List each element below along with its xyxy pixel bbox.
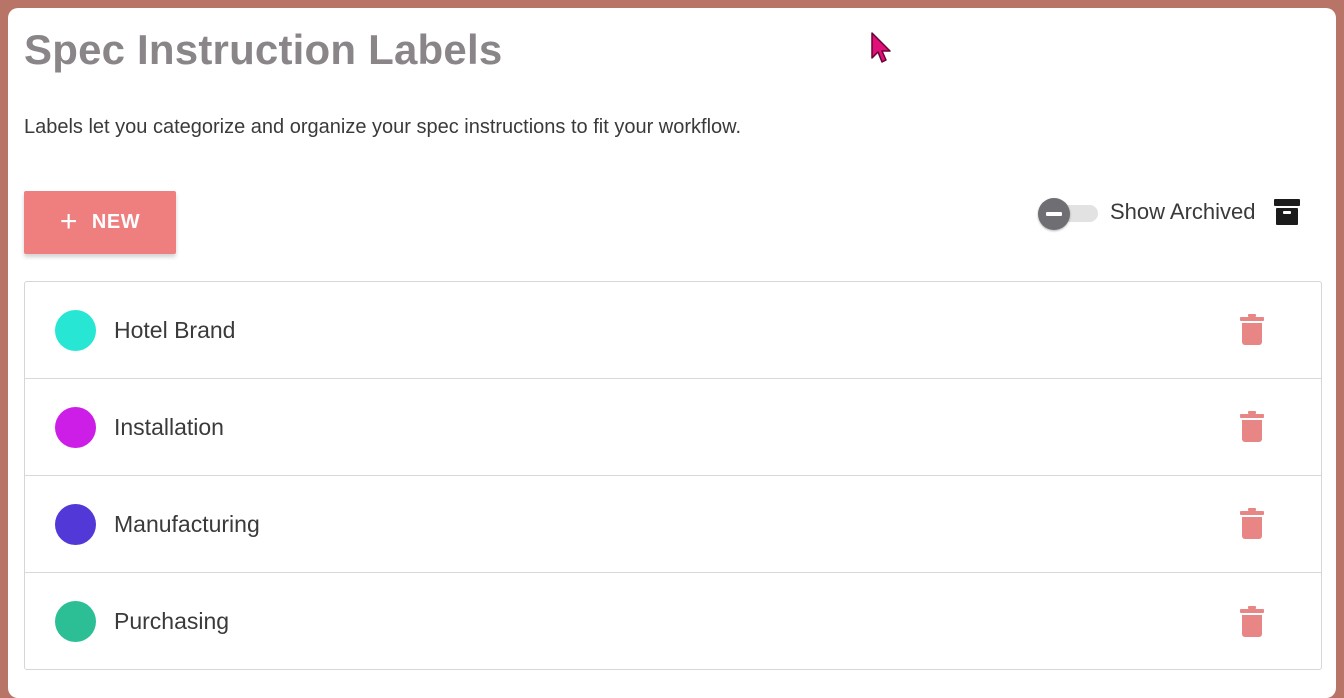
label-name: Purchasing [114, 608, 230, 634]
list-item[interactable]: Installation [25, 379, 1321, 476]
show-archived-toggle[interactable] [1038, 198, 1100, 230]
mouse-cursor-icon [871, 32, 891, 63]
list-item[interactable]: Hotel Brand [25, 282, 1321, 379]
new-button-label: NEW [91, 211, 141, 233]
trash-icon[interactable] [1240, 411, 1264, 443]
list-item[interactable]: Purchasing [25, 573, 1321, 670]
page-title: Spec Instruction Labels [24, 26, 503, 73]
page-description: Labels let you categorize and organize y… [24, 116, 742, 138]
show-archived-control: Show Archived [1038, 194, 1300, 230]
new-label-button[interactable]: + NEW [24, 191, 176, 254]
list-item[interactable]: Manufacturing [25, 476, 1321, 573]
trash-icon[interactable] [1240, 508, 1264, 540]
labels-panel: Spec Instruction Labels Labels let you c… [8, 8, 1336, 698]
label-color-swatch [55, 601, 96, 642]
archive-box-icon[interactable] [1273, 197, 1300, 227]
trash-icon[interactable] [1240, 605, 1264, 638]
label-color-swatch [55, 503, 96, 545]
label-name: Installation [114, 413, 224, 440]
label-name: Manufacturing [114, 510, 260, 537]
plus-icon: + [59, 204, 78, 238]
label-color-swatch [55, 309, 96, 351]
toggle-knob [1038, 198, 1070, 230]
show-archived-label: Show Archived [1110, 199, 1256, 224]
label-color-swatch [55, 406, 96, 448]
label-name: Hotel Brand [114, 316, 236, 343]
labels-list: Hotel Brand Installation Manufacturing P… [24, 281, 1322, 670]
trash-icon[interactable] [1240, 314, 1264, 346]
